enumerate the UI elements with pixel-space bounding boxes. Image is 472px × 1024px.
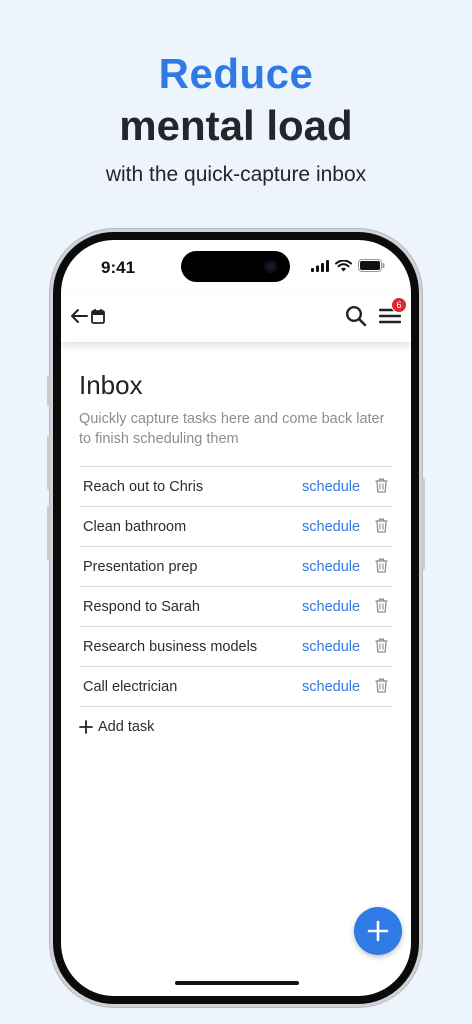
task-row[interactable]: Reach out to Chris schedule [79, 467, 393, 507]
wifi-icon [335, 259, 352, 271]
task-row[interactable]: Call electrician schedule [79, 667, 393, 707]
schedule-link[interactable]: schedule [302, 519, 360, 535]
arrow-left-icon [71, 309, 88, 323]
task-name: Clean bathroom [83, 518, 187, 535]
home-indicator [175, 981, 299, 985]
phone-power-button [421, 478, 425, 570]
task-row[interactable]: Research business models schedule [79, 627, 393, 667]
search-icon [345, 305, 367, 327]
add-task-label: Add task [98, 719, 155, 735]
phone-volume-up-button [47, 436, 51, 490]
task-name: Presentation prep [83, 558, 198, 575]
app-bar: 6 [61, 292, 411, 342]
plus-icon [79, 720, 93, 734]
delete-task-button[interactable] [375, 598, 388, 618]
promo-headline-line1: Reduce [158, 50, 314, 97]
trash-icon [375, 598, 388, 613]
signal-icon [311, 259, 329, 272]
calendar-icon [91, 309, 105, 324]
task-row[interactable]: Presentation prep schedule [79, 547, 393, 587]
delete-task-button[interactable] [375, 478, 388, 498]
task-row[interactable]: Respond to Sarah schedule [79, 587, 393, 627]
add-fab-button[interactable] [354, 907, 402, 955]
trash-icon [375, 558, 388, 573]
promo-subheadline: with the quick-capture inbox [105, 163, 367, 186]
front-camera [264, 260, 277, 273]
status-time: 9:41 [101, 258, 136, 277]
phone-screen: 9:41 6 Inbox Quickly capture tasks here … [61, 240, 411, 996]
phone-action-button [47, 376, 51, 406]
calendar-button[interactable] [90, 306, 106, 326]
schedule-link[interactable]: schedule [302, 679, 360, 695]
dynamic-island [181, 251, 290, 282]
promo-headline-line2: mental load [119, 102, 353, 149]
plus-icon [367, 920, 389, 942]
notification-badge: 6 [391, 297, 407, 313]
trash-icon [375, 638, 388, 653]
page-subtitle: Quickly capture tasks here and come back… [79, 411, 385, 447]
schedule-link[interactable]: schedule [302, 639, 360, 655]
schedule-link[interactable]: schedule [302, 479, 360, 495]
delete-task-button[interactable] [375, 558, 388, 578]
delete-task-button[interactable] [375, 638, 388, 658]
task-row[interactable]: Clean bathroom schedule [79, 507, 393, 547]
trash-icon [375, 678, 388, 693]
task-name: Respond to Sarah [83, 598, 200, 615]
task-name: Reach out to Chris [83, 478, 204, 495]
phone-volume-down-button [47, 506, 51, 560]
search-button[interactable] [344, 304, 368, 328]
task-name: Research business models [83, 638, 258, 655]
inbox-content: Inbox Quickly capture tasks here and com… [79, 370, 393, 735]
schedule-link[interactable]: schedule [302, 599, 360, 615]
trash-icon [375, 518, 388, 533]
page-title: Inbox [79, 370, 143, 400]
menu-button[interactable]: 6 [379, 297, 407, 327]
add-task-button[interactable]: Add task [79, 719, 393, 735]
delete-task-button[interactable] [375, 518, 388, 538]
schedule-link[interactable]: schedule [302, 559, 360, 575]
task-name: Call electrician [83, 678, 178, 695]
back-button[interactable] [69, 306, 89, 326]
status-icons [311, 259, 385, 272]
delete-task-button[interactable] [375, 678, 388, 698]
trash-icon [375, 478, 388, 493]
task-list: Reach out to Chris schedule Clean bathroom… [79, 466, 393, 707]
battery-icon [358, 259, 385, 272]
